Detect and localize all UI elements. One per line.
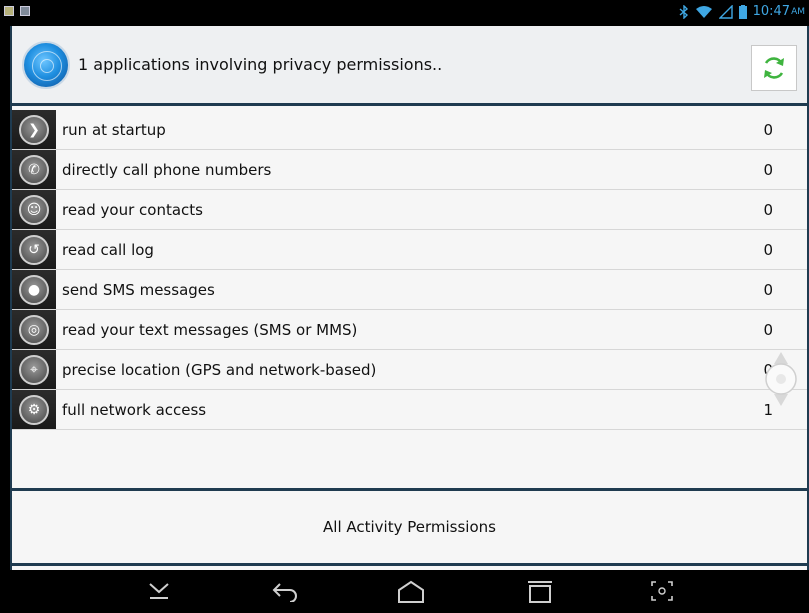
status-icons: 10:47 AM	[679, 4, 805, 19]
header: 1 applications involving privacy permiss…	[12, 26, 807, 106]
permission-label: read your contacts	[62, 200, 203, 219]
battery-icon	[738, 4, 747, 19]
chevron-down-icon[interactable]	[147, 580, 171, 602]
permission-label: read call log	[62, 240, 154, 259]
list-item[interactable]: ↺ read call log 0	[12, 230, 807, 270]
clock-time: 10:47	[752, 4, 791, 19]
app-notification-icon	[4, 6, 14, 16]
permission-label: run at startup	[62, 120, 166, 139]
all-permissions-button[interactable]: All Activity Permissions	[12, 488, 807, 566]
all-permissions-label: All Activity Permissions	[323, 518, 496, 536]
permission-list: ❯ run at startup 0 ✆ directly call phone…	[12, 110, 807, 430]
permission-count: 0	[763, 160, 773, 179]
list-item[interactable]: ● send SMS messages 0	[12, 270, 807, 310]
phone-icon-glyph: ✆	[19, 154, 49, 185]
contacts-icon-glyph: ☺	[19, 194, 49, 225]
list-item[interactable]: ⌖ precise location (GPS and network-base…	[12, 350, 807, 390]
screenshot-icon[interactable]	[650, 580, 674, 602]
refresh-button[interactable]	[751, 45, 797, 91]
permission-count: 0	[763, 120, 773, 139]
permission-count: 0	[763, 320, 773, 339]
list-item[interactable]: ✆ directly call phone numbers 0	[12, 150, 807, 190]
navigation-bar	[0, 570, 809, 613]
home-icon[interactable]	[396, 580, 426, 604]
list-item[interactable]: ☺ read your contacts 0	[12, 190, 807, 230]
list-item[interactable]: ❯ run at startup 0	[12, 110, 807, 150]
floating-control-icon[interactable]	[752, 350, 809, 408]
back-icon[interactable]	[270, 580, 300, 602]
contacts-icon: ☺	[12, 190, 56, 229]
messages-icon: ◎	[12, 310, 56, 349]
startup-icon-glyph: ❯	[19, 114, 49, 145]
permission-label: read your text messages (SMS or MMS)	[62, 320, 358, 339]
phone-icon: ✆	[12, 150, 56, 189]
list-item[interactable]: ⚙ full network access 1	[12, 390, 807, 430]
recents-icon[interactable]	[526, 580, 554, 604]
list-item[interactable]: ◎ read your text messages (SMS or MMS) 0	[12, 310, 807, 350]
signal-icon	[718, 4, 733, 19]
status-bar: 10:47 AM	[0, 0, 809, 26]
call-log-icon: ↺	[12, 230, 56, 269]
page-title: 1 applications involving privacy permiss…	[78, 55, 443, 74]
permission-label: directly call phone numbers	[62, 160, 272, 179]
location-icon: ⌖	[12, 350, 56, 389]
wifi-icon	[695, 5, 712, 18]
sms-icon: ●	[12, 270, 56, 309]
messages-icon-glyph: ◎	[19, 314, 49, 345]
clock-ampm: AM	[791, 6, 805, 17]
network-icon: ⚙	[12, 390, 56, 429]
permission-label: send SMS messages	[62, 280, 215, 299]
startup-icon: ❯	[12, 110, 56, 149]
bluetooth-icon	[679, 4, 688, 19]
network-icon-glyph: ⚙	[19, 394, 49, 425]
app-screen: 1 applications involving privacy permiss…	[10, 26, 809, 570]
call-log-icon-glyph: ↺	[19, 234, 49, 265]
permission-count: 0	[763, 240, 773, 259]
image-notification-icon	[20, 6, 30, 16]
permission-count: 0	[763, 280, 773, 299]
permission-count: 0	[763, 200, 773, 219]
permission-label: full network access	[62, 400, 207, 419]
notification-icons	[4, 6, 30, 16]
refresh-icon	[764, 57, 784, 79]
sms-icon-glyph: ●	[19, 274, 49, 305]
location-icon-glyph: ⌖	[19, 354, 49, 385]
radar-icon	[22, 40, 70, 89]
permission-label: precise location (GPS and network-based)	[62, 360, 377, 379]
